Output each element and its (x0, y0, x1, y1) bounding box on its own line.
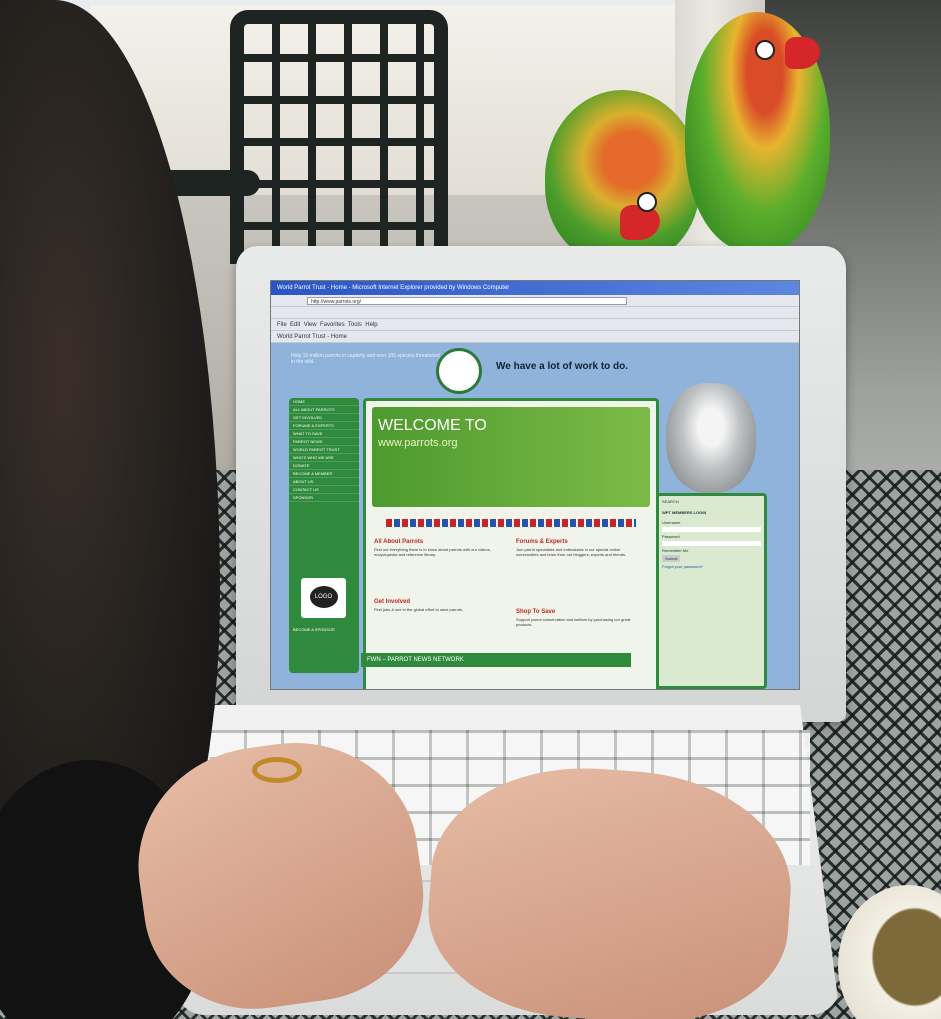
submit-button[interactable]: Submit (662, 555, 681, 562)
grey-parrot-image (666, 383, 756, 493)
browser-menu-bar: File Edit View Favorites Tools Help (271, 319, 799, 331)
chair-back (230, 10, 448, 264)
block-forums-experts[interactable]: Forums & Experts Join parrot specialists… (516, 539, 641, 557)
welcome-banner: WELCOME TO www.parrots.org (372, 407, 650, 507)
lovebird-right-beak (785, 37, 820, 69)
username-label: Username (662, 520, 681, 525)
block-all-about-parrots[interactable]: All About Parrots Find out everything th… (374, 539, 499, 557)
block-text: Find out everything there is to know abo… (374, 547, 491, 557)
password-label: Password (662, 534, 680, 539)
laptop-screen: World Parrot Trust - Home - Microsoft In… (270, 280, 800, 690)
nav-become-member[interactable]: BECOME A MEMBER (289, 470, 359, 478)
menu-favorites[interactable]: Favorites (320, 322, 345, 328)
web-page: Help 10 million parrots in captivity and… (271, 343, 791, 689)
language-flags[interactable] (386, 519, 636, 527)
search-label: SEARCH (662, 499, 679, 504)
nav-what-to-save[interactable]: WHAT TO SAVE (289, 430, 359, 438)
browser-address-toolbar: http://www.parrots.org/ (271, 295, 799, 307)
site-tagline: We have a lot of work to do. (496, 361, 629, 372)
nav-all-about-parrots[interactable]: ALL ABOUT PARROTS (289, 406, 359, 414)
menu-tools[interactable]: Tools (348, 322, 362, 328)
become-sponsor-link[interactable]: BECOME A SPONSOR (289, 626, 339, 633)
news-bar[interactable]: FWN – PARROT NEWS NETWORK (361, 653, 631, 667)
remember-me-checkbox[interactable]: Remember Me (659, 546, 764, 555)
menu-edit[interactable]: Edit (290, 322, 300, 328)
welcome-title: WELCOME TO (378, 417, 487, 434)
block-title: Shop To Save (516, 609, 556, 615)
lovebird-right-eye (755, 40, 775, 60)
right-column: SEARCH WPT MEMBERS LOGIN Username Passwo… (656, 493, 767, 689)
menu-view[interactable]: View (304, 322, 317, 328)
browser-tab-bar: World Parrot Trust - Home (271, 331, 799, 343)
photo-scene: World Parrot Trust - Home - Microsoft In… (0, 0, 941, 1019)
browser-search-toolbar (271, 307, 799, 319)
lovebird-right (685, 12, 830, 252)
block-shop-to-save[interactable]: Shop To Save Support parrot conservation… (516, 609, 641, 627)
block-title: All About Parrots (374, 539, 424, 545)
nav-donate[interactable]: DONATE (289, 462, 359, 470)
browser-tab[interactable]: World Parrot Trust - Home (277, 334, 347, 340)
welcome-url[interactable]: www.parrots.org (378, 437, 457, 449)
block-text: Join parrot specialists and enthusiasts … (516, 547, 627, 557)
block-text: Support parrot conservation and welfare … (516, 617, 631, 627)
block-get-involved[interactable]: Get Involved Find jobs & see in the glob… (374, 599, 499, 612)
nav-parrot-news[interactable]: PARROT NEWS (289, 438, 359, 446)
block-text: Find jobs & see in the global effort to … (374, 607, 464, 612)
nav-whos-who[interactable]: WHO'S WHO WE ARE (289, 454, 359, 462)
nav-world-parrot-trust[interactable]: WORLD PARROT TRUST (289, 446, 359, 454)
browser-titlebar: World Parrot Trust - Home - Microsoft In… (271, 281, 799, 295)
block-title: Forums & Experts (516, 539, 568, 545)
sponsor-ad[interactable]: LOGO (301, 578, 346, 618)
main-content: WELCOME TO www.parrots.org All About Par… (363, 398, 659, 689)
block-title: Get Involved (374, 599, 411, 605)
browser-address-bar[interactable]: http://www.parrots.org/ (307, 297, 627, 305)
gold-ring (252, 757, 302, 783)
header-note: Help 10 million parrots in captivity and… (291, 353, 440, 365)
sponsor-logo: LOGO (309, 586, 338, 608)
forgot-password-link[interactable]: Forgot your password? (659, 562, 764, 571)
nav-home[interactable]: HOME (289, 398, 359, 406)
left-nav: HOME ALL ABOUT PARROTS GET INVOLVED FORU… (289, 398, 359, 673)
lovebird-left (545, 90, 700, 265)
lovebird-left-eye (637, 192, 657, 212)
login-title: WPT MEMBERS LOGIN (662, 510, 707, 515)
nav-about-us[interactable]: ABOUT US (289, 478, 359, 486)
menu-file[interactable]: File (277, 322, 287, 328)
nav-get-involved[interactable]: GET INVOLVED (289, 414, 359, 422)
menu-help[interactable]: Help (365, 322, 377, 328)
lovebird-left-beak (620, 205, 660, 240)
nav-forums-experts[interactable]: FORUMS & EXPERTS (289, 422, 359, 430)
sponsor-label: SPONSOR (289, 494, 359, 502)
nav-contact-us[interactable]: CONTACT US (289, 486, 359, 494)
site-logo[interactable] (436, 348, 482, 394)
